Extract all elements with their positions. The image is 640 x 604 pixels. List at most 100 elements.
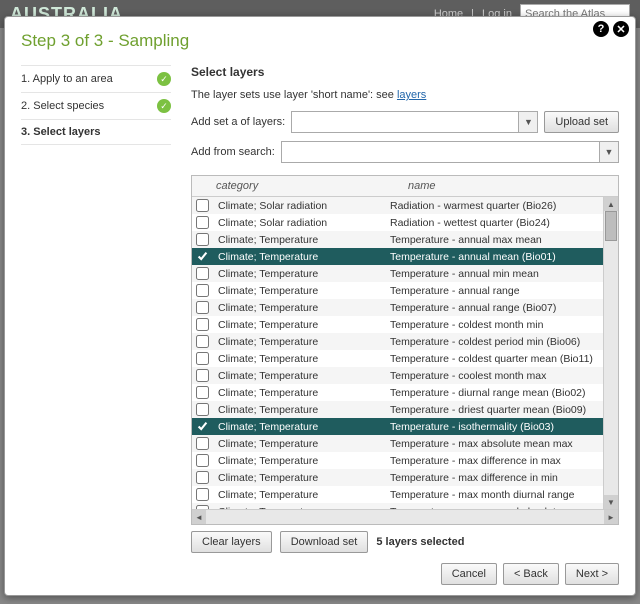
table-row[interactable]: Climate; TemperatureTemperature - diurna… — [192, 384, 604, 401]
row-name: Temperature - annual range — [384, 285, 604, 297]
row-checkbox[interactable] — [196, 454, 209, 467]
row-category: Climate; Temperature — [212, 421, 384, 433]
wizard-steps: 1. Apply to an area ✓ 2. Select species ✓ 3.… — [21, 65, 171, 585]
row-checkbox[interactable] — [196, 488, 209, 501]
row-category: Climate; Temperature — [212, 268, 384, 280]
layer-set-combo[interactable]: ▼ — [291, 111, 538, 133]
row-category: Climate; Temperature — [212, 370, 384, 382]
row-checkbox[interactable] — [196, 250, 209, 263]
row-category: Climate; Temperature — [212, 506, 384, 510]
row-category: Climate; Temperature — [212, 319, 384, 331]
table-row[interactable]: Climate; Solar radiationRadiation - warm… — [192, 197, 604, 214]
row-checkbox[interactable] — [196, 267, 209, 280]
scroll-down-icon[interactable]: ▼ — [604, 495, 618, 509]
row-category: Climate; Temperature — [212, 353, 384, 365]
scroll-up-icon[interactable]: ▲ — [604, 197, 618, 211]
download-set-button[interactable]: Download set — [280, 531, 369, 553]
section-title: Select layers — [191, 65, 619, 79]
row-checkbox[interactable] — [196, 471, 209, 484]
row-checkbox[interactable] — [196, 284, 209, 297]
row-checkbox[interactable] — [196, 369, 209, 382]
search-layer-combo[interactable]: ▼ — [281, 141, 619, 163]
layers-link[interactable]: layers — [397, 89, 426, 101]
row-checkbox[interactable] — [196, 403, 209, 416]
row-name: Temperature - annual mean (Bio01) — [384, 251, 604, 263]
row-checkbox[interactable] — [196, 233, 209, 246]
row-name: Temperature - coolest month max — [384, 370, 604, 382]
row-checkbox[interactable] — [196, 335, 209, 348]
row-category: Climate; Temperature — [212, 251, 384, 263]
row-checkbox[interactable] — [196, 420, 209, 433]
row-category: Climate; Temperature — [212, 404, 384, 416]
table-row[interactable]: Climate; TemperatureTemperature - driest… — [192, 401, 604, 418]
selected-count: 5 layers selected — [376, 536, 464, 548]
table-row[interactable]: Climate; TemperatureTemperature - annual… — [192, 282, 604, 299]
layers-table: category name Climate; Solar radiationRa… — [191, 175, 619, 525]
row-category: Climate; Temperature — [212, 387, 384, 399]
table-row[interactable]: Climate; TemperatureTemperature - annual… — [192, 265, 604, 282]
row-name: Temperature - mean annual absolute mean … — [384, 506, 604, 510]
wizard-step[interactable]: 3. Select layers — [21, 119, 171, 145]
table-row[interactable]: Climate; TemperatureTemperature - max ab… — [192, 435, 604, 452]
row-checkbox[interactable] — [196, 199, 209, 212]
table-row[interactable]: Climate; TemperatureTemperature - annual… — [192, 299, 604, 316]
wizard-step[interactable]: 2. Select species ✓ — [21, 92, 171, 119]
check-icon: ✓ — [157, 99, 171, 113]
table-row[interactable]: Climate; TemperatureTemperature - max di… — [192, 452, 604, 469]
table-row[interactable]: Climate; TemperatureTemperature - coldes… — [192, 316, 604, 333]
chevron-down-icon[interactable]: ▼ — [599, 142, 618, 162]
table-row[interactable]: Climate; TemperatureTemperature - max mo… — [192, 486, 604, 503]
row-name: Temperature - coldest period min (Bio06) — [384, 336, 604, 348]
horizontal-scrollbar[interactable]: ◄ ► — [192, 509, 618, 524]
search-layer-input[interactable] — [282, 142, 599, 162]
cancel-button[interactable]: Cancel — [441, 563, 497, 585]
vertical-scrollbar[interactable]: ▲ ▼ — [603, 197, 618, 509]
add-search-label: Add from search: — [191, 146, 275, 158]
table-row[interactable]: Climate; TemperatureTemperature - isothe… — [192, 418, 604, 435]
table-row[interactable]: Climate; TemperatureTemperature - annual… — [192, 248, 604, 265]
table-row[interactable]: Climate; TemperatureTemperature - coldes… — [192, 333, 604, 350]
row-checkbox[interactable] — [196, 318, 209, 331]
row-category: Climate; Temperature — [212, 336, 384, 348]
table-row[interactable]: Climate; TemperatureTemperature - coldes… — [192, 350, 604, 367]
row-checkbox[interactable] — [196, 352, 209, 365]
wizard-step-label: 1. Apply to an area — [21, 73, 113, 85]
back-button[interactable]: < Back — [503, 563, 559, 585]
row-name: Temperature - max difference in max — [384, 455, 604, 467]
row-category: Climate; Temperature — [212, 472, 384, 484]
row-checkbox[interactable] — [196, 216, 209, 229]
upload-set-button[interactable]: Upload set — [544, 111, 619, 133]
row-checkbox[interactable] — [196, 505, 209, 509]
table-row[interactable]: Climate; TemperatureTemperature - cooles… — [192, 367, 604, 384]
table-row[interactable]: Climate; TemperatureTemperature - max di… — [192, 469, 604, 486]
add-set-label: Add set a of layers: — [191, 116, 285, 128]
layer-set-input[interactable] — [292, 112, 518, 132]
scroll-left-icon[interactable]: ◄ — [192, 510, 206, 524]
col-name[interactable]: name — [402, 176, 604, 196]
chevron-down-icon[interactable]: ▼ — [518, 112, 537, 132]
row-name: Temperature - coldest month min — [384, 319, 604, 331]
wizard-step[interactable]: 1. Apply to an area ✓ — [21, 65, 171, 92]
help-icon[interactable]: ? — [593, 21, 609, 37]
row-name: Radiation - wettest quarter (Bio24) — [384, 217, 604, 229]
dialog-title: Step 3 of 3 - Sampling — [21, 31, 619, 51]
table-row[interactable]: Climate; TemperatureTemperature - annual… — [192, 231, 604, 248]
sampling-dialog: ? ✕ Step 3 of 3 - Sampling 1. Apply to a… — [4, 16, 636, 596]
scroll-thumb[interactable] — [605, 211, 617, 241]
next-button[interactable]: Next > — [565, 563, 619, 585]
row-checkbox[interactable] — [196, 301, 209, 314]
row-checkbox[interactable] — [196, 437, 209, 450]
check-icon: ✓ — [157, 72, 171, 86]
row-checkbox[interactable] — [196, 386, 209, 399]
scroll-right-icon[interactable]: ► — [604, 510, 618, 524]
row-name: Temperature - annual min mean — [384, 268, 604, 280]
wizard-step-label: 2. Select species — [21, 100, 104, 112]
row-name: Temperature - annual max mean — [384, 234, 604, 246]
table-row[interactable]: Climate; TemperatureTemperature - mean a… — [192, 503, 604, 509]
col-category[interactable]: category — [192, 176, 402, 196]
table-row[interactable]: Climate; Solar radiationRadiation - wett… — [192, 214, 604, 231]
clear-layers-button[interactable]: Clear layers — [191, 531, 272, 553]
row-category: Climate; Temperature — [212, 455, 384, 467]
close-icon[interactable]: ✕ — [613, 21, 629, 37]
row-name: Temperature - max month diurnal range — [384, 489, 604, 501]
